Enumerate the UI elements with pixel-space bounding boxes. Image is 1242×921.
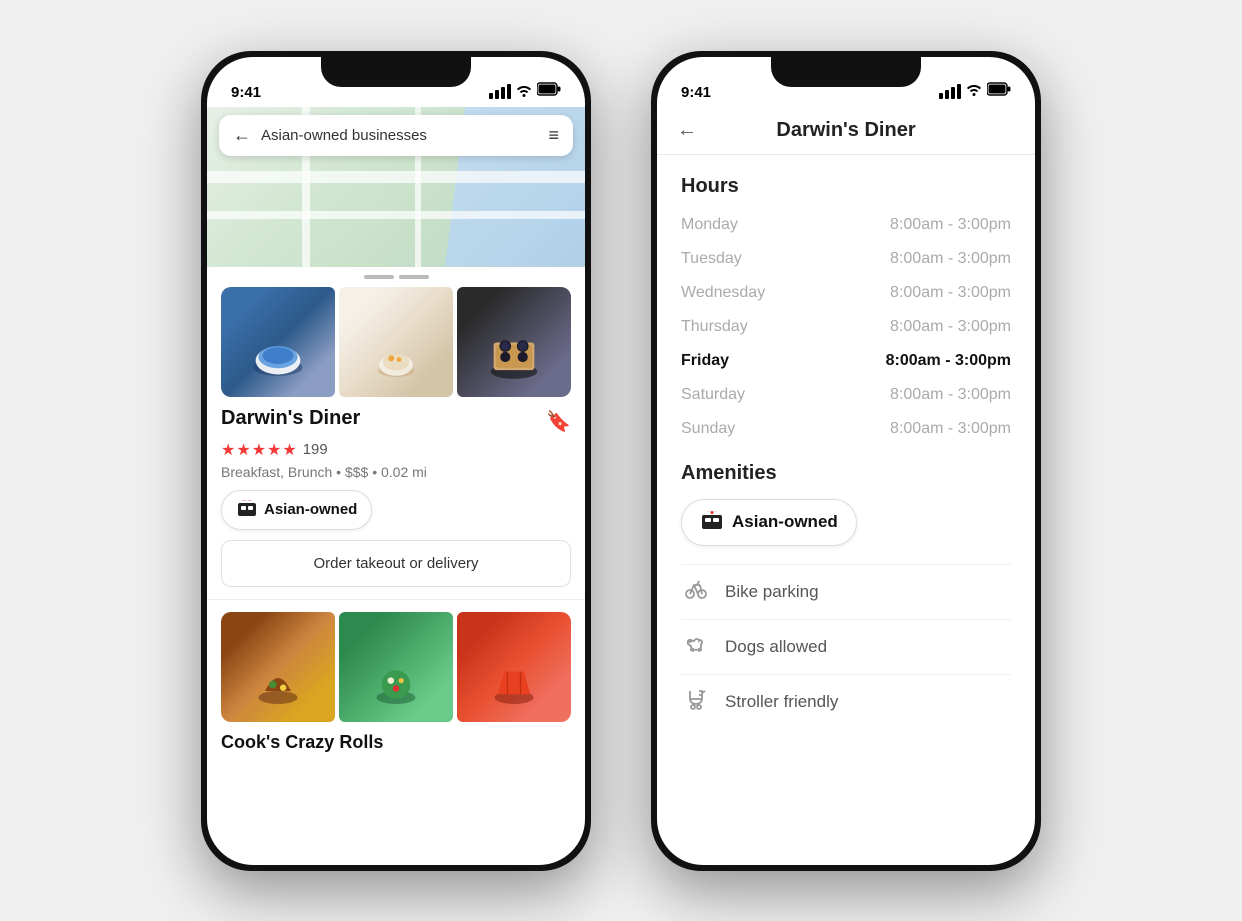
dogs-allowed-label: Dogs allowed [725, 637, 827, 657]
time-left: 9:41 [231, 84, 261, 101]
asian-owned-icon-left [236, 497, 258, 523]
detail-header: ← Darwin's Diner [657, 107, 1035, 155]
hours-row-tuesday: Tuesday 8:00am - 3:00pm [681, 242, 1011, 276]
time-friday: 8:00am - 3:00pm [886, 352, 1011, 370]
notch-right [771, 57, 921, 87]
hours-row-wednesday: Wednesday 8:00am - 3:00pm [681, 276, 1011, 310]
asian-owned-icon-right [700, 508, 724, 537]
hours-row-monday: Monday 8:00am - 3:00pm [681, 208, 1011, 242]
time-right: 9:41 [681, 84, 711, 101]
detail-back-button[interactable]: ← [677, 119, 697, 142]
stroller-friendly-label: Stroller friendly [725, 692, 838, 712]
dogs-allowed-icon [681, 632, 711, 662]
time-tuesday: 8:00am - 3:00pm [890, 250, 1011, 268]
time-saturday: 8:00am - 3:00pm [890, 386, 1011, 404]
time-sunday: 8:00am - 3:00pm [890, 420, 1011, 438]
day-saturday: Saturday [681, 386, 745, 404]
scroll-indicator [207, 267, 585, 287]
right-phone: 9:41 [651, 51, 1041, 871]
bike-parking-label: Bike parking [725, 582, 819, 602]
day-tuesday: Tuesday [681, 250, 742, 268]
signal-icon [489, 84, 511, 99]
day-sunday: Sunday [681, 420, 735, 438]
left-phone-content: Bay Pier 33 ← Asian-owned businesses ≡ [207, 107, 585, 865]
bookmark-icon-1[interactable]: 🔖 [546, 409, 571, 434]
search-text: Asian-owned businesses [261, 127, 427, 144]
hours-row-friday: Friday 8:00am - 3:00pm [681, 344, 1011, 378]
battery-icon-right [987, 82, 1011, 101]
restaurant-1-name: Darwin's Diner [221, 407, 360, 430]
battery-icon [537, 82, 561, 101]
asian-owned-badge-right: Asian-owned [681, 499, 857, 546]
stroller-friendly-icon [681, 687, 711, 717]
stars-1: ★ ★ ★ ★ ★ [221, 440, 297, 460]
hours-title: Hours [657, 159, 1035, 208]
list-icon[interactable]: ≡ [548, 125, 559, 146]
food-images-2 [221, 612, 571, 722]
hours-row-saturday: Saturday 8:00am - 3:00pm [681, 378, 1011, 412]
time-thursday: 8:00am - 3:00pm [890, 318, 1011, 336]
day-friday: Friday [681, 352, 729, 370]
amenity-bike-parking: Bike parking [681, 564, 1011, 619]
asian-owned-badge-left: Asian-owned [221, 490, 372, 530]
time-monday: 8:00am - 3:00pm [890, 216, 1011, 234]
amenity-dogs-allowed: Dogs allowed [681, 619, 1011, 674]
wifi-icon-right [966, 82, 982, 101]
day-wednesday: Wednesday [681, 284, 765, 302]
bike-parking-icon [681, 577, 711, 607]
amenities-title: Amenities [681, 462, 1011, 485]
asian-owned-label-right: Asian-owned [732, 512, 838, 532]
hours-row-sunday: Sunday 8:00am - 3:00pm [681, 412, 1011, 446]
left-phone: 9:41 [201, 51, 591, 871]
amenity-stroller-friendly: Stroller friendly [681, 674, 1011, 729]
day-thursday: Thursday [681, 318, 748, 336]
restaurant-card-2[interactable]: Cook's Crazy Rolls [207, 599, 585, 753]
restaurant-2-name: Cook's Crazy Rolls [221, 732, 383, 752]
restaurant-card-1[interactable]: Darwin's Diner 🔖 ★ ★ ★ ★ ★ 199 Breakfast… [207, 287, 585, 599]
time-wednesday: 8:00am - 3:00pm [890, 284, 1011, 302]
asian-owned-label-left: Asian-owned [264, 501, 357, 518]
back-arrow-left[interactable]: ← [233, 125, 251, 146]
order-button[interactable]: Order takeout or delivery [221, 540, 571, 587]
detail-title: Darwin's Diner [776, 119, 915, 142]
map-area: Bay Pier 33 ← Asian-owned businesses ≡ [207, 107, 585, 267]
search-bar[interactable]: ← Asian-owned businesses ≡ [219, 115, 573, 156]
review-count-1: 199 [303, 441, 328, 458]
signal-icon-right [939, 84, 961, 99]
food-images-1 [221, 287, 571, 397]
restaurant-1-meta: Breakfast, Brunch • $$$ • 0.02 mi [221, 464, 571, 480]
day-monday: Monday [681, 216, 738, 234]
hours-row-thursday: Thursday 8:00am - 3:00pm [681, 310, 1011, 344]
amenities-section: Amenities Asian-owned [657, 446, 1035, 729]
status-icons-left [489, 82, 561, 101]
wifi-icon [516, 83, 532, 100]
notch [321, 57, 471, 87]
hours-table: Monday 8:00am - 3:00pm Tuesday 8:00am - … [657, 208, 1035, 446]
status-icons-right [939, 82, 1011, 101]
hours-section: Hours Monday 8:00am - 3:00pm Tuesday 8:0… [657, 159, 1035, 446]
